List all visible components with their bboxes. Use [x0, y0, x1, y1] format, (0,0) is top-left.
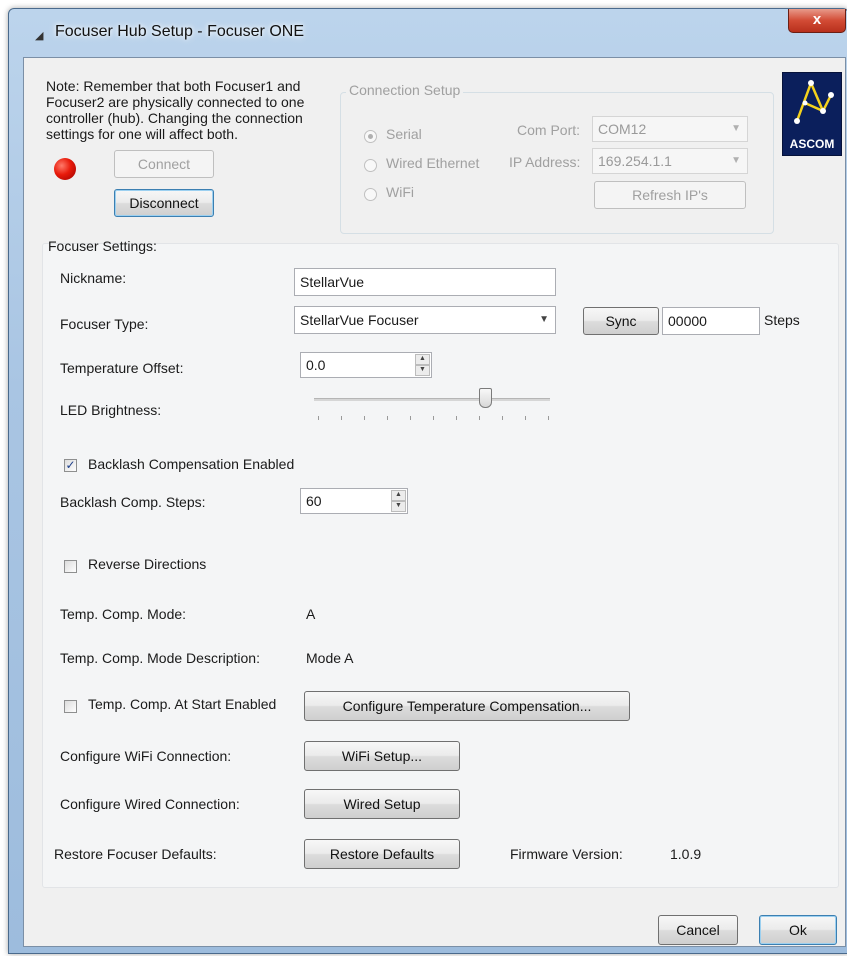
- slider-tick: [410, 416, 411, 420]
- dialog-window: ◢ Focuser Hub Setup - Focuser ONE x Note…: [8, 8, 847, 954]
- com-port-value: COM12: [598, 121, 647, 137]
- reverse-directions-label: Reverse Directions: [88, 556, 207, 572]
- ascom-logo-text: ASCOM: [789, 137, 835, 151]
- reverse-directions-checkbox[interactable]: [64, 560, 77, 573]
- close-button[interactable]: x: [788, 9, 846, 33]
- ok-button[interactable]: Ok: [759, 915, 837, 945]
- focuser-type-select[interactable]: StellarVue Focuser ▼: [294, 306, 556, 334]
- temp-comp-at-start-checkbox[interactable]: [64, 700, 77, 713]
- chevron-down-icon: ▼: [731, 123, 741, 134]
- slider-tick: [479, 416, 480, 420]
- refresh-ips-button[interactable]: Refresh IP's: [594, 181, 746, 209]
- steps-input[interactable]: 00000: [662, 307, 760, 335]
- note-text: Note: Remember that both Focuser1 and Fo…: [46, 78, 305, 142]
- firmware-version-label: Firmware Version:: [510, 846, 623, 862]
- spin-down-icon[interactable]: ▼: [391, 501, 406, 512]
- focuser-type-value: StellarVue Focuser: [300, 312, 419, 328]
- connection-setup-title: Connection Setup: [346, 82, 464, 98]
- wifi-setup-button[interactable]: WiFi Setup...: [304, 741, 460, 771]
- spin-up-icon[interactable]: ▲: [415, 354, 430, 365]
- backlash-steps-input[interactable]: 60 ▲ ▼: [300, 488, 408, 514]
- slider-tick: [525, 416, 526, 420]
- nickname-label: Nickname:: [60, 270, 127, 286]
- restore-defaults-label: Restore Focuser Defaults:: [54, 846, 217, 862]
- backlash-steps-label: Backlash Comp. Steps:: [60, 494, 206, 510]
- backlash-enabled-label: Backlash Compensation Enabled: [88, 456, 295, 472]
- wired-setup-button[interactable]: Wired Setup: [304, 789, 460, 819]
- dialog-client-area: Note: Remember that both Focuser1 and Fo…: [23, 57, 846, 947]
- slider-tick: [318, 416, 319, 420]
- nickname-input[interactable]: StellarVue: [294, 268, 556, 296]
- chevron-down-icon: ▼: [731, 155, 741, 166]
- window-icon: ◢: [35, 30, 44, 42]
- temperature-offset-spinner[interactable]: ▲ ▼: [415, 354, 430, 376]
- cancel-button[interactable]: Cancel: [658, 915, 738, 945]
- slider-tick: [502, 416, 503, 420]
- slider-tick: [341, 416, 342, 420]
- led-brightness-slider-thumb[interactable]: [479, 388, 492, 408]
- led-brightness-label: LED Brightness:: [60, 402, 162, 418]
- temp-comp-mode-description-label: Temp. Comp. Mode Description:: [60, 650, 260, 666]
- ascom-logo: ASCOM: [782, 72, 842, 156]
- wired-connection-label: Configure Wired Connection:: [60, 796, 240, 812]
- steps-unit-label: Steps: [764, 312, 800, 328]
- com-port-label: Com Port:: [517, 122, 581, 138]
- radio-wifi-label: WiFi: [386, 184, 414, 200]
- backlash-steps-spinner[interactable]: ▲ ▼: [391, 490, 406, 512]
- radio-serial[interactable]: [364, 130, 377, 143]
- slider-tick: [548, 416, 549, 420]
- configure-temperature-compensation-button[interactable]: Configure Temperature Compensation...: [304, 691, 630, 721]
- slider-tick: [433, 416, 434, 420]
- backlash-enabled-checkbox[interactable]: ✓: [64, 459, 77, 472]
- ip-address-value: 169.254.1.1: [598, 153, 672, 169]
- slider-tick: [364, 416, 365, 420]
- led-brightness-track[interactable]: [314, 398, 550, 401]
- ip-address-label: IP Address:: [509, 154, 581, 170]
- wifi-connection-label: Configure WiFi Connection:: [60, 748, 232, 764]
- window-title: Focuser Hub Setup - Focuser ONE: [55, 23, 304, 40]
- firmware-version-value: 1.0.9: [670, 846, 702, 862]
- temperature-offset-label: Temperature Offset:: [60, 360, 184, 376]
- spin-down-icon[interactable]: ▼: [415, 365, 430, 376]
- ascom-constellation-icon: [794, 79, 834, 124]
- focuser-settings-title: Focuser Settings:: [48, 238, 157, 254]
- temperature-offset-value: 0.0: [306, 357, 326, 373]
- ip-address-select[interactable]: 169.254.1.1 ▼: [592, 148, 748, 174]
- temp-comp-mode-value: A: [306, 606, 316, 622]
- spin-up-icon[interactable]: ▲: [391, 490, 406, 501]
- focuser-type-label: Focuser Type:: [60, 316, 149, 332]
- radio-wifi[interactable]: [364, 188, 377, 201]
- radio-wired-ethernet[interactable]: [364, 159, 377, 172]
- disconnect-button[interactable]: Disconnect: [114, 189, 214, 217]
- slider-tick: [387, 416, 388, 420]
- sync-button[interactable]: Sync: [583, 307, 659, 335]
- slider-tick: [456, 416, 457, 420]
- chevron-down-icon: ▼: [539, 314, 549, 325]
- temperature-offset-input[interactable]: 0.0 ▲ ▼: [300, 352, 432, 378]
- com-port-select[interactable]: COM12 ▼: [592, 116, 748, 142]
- temp-comp-mode-label: Temp. Comp. Mode:: [60, 606, 187, 622]
- restore-defaults-button[interactable]: Restore Defaults: [304, 839, 460, 869]
- connection-status-indicator: [54, 158, 76, 180]
- radio-wired-ethernet-label: Wired Ethernet: [386, 155, 480, 171]
- backlash-steps-value: 60: [306, 493, 322, 509]
- title-bar[interactable]: ◢ Focuser Hub Setup - Focuser ONE x: [9, 9, 847, 57]
- connect-button[interactable]: Connect: [114, 150, 214, 178]
- radio-serial-label: Serial: [386, 126, 422, 142]
- temp-comp-at-start-label: Temp. Comp. At Start Enabled: [88, 696, 277, 712]
- temp-comp-mode-description-value: Mode A: [306, 650, 354, 666]
